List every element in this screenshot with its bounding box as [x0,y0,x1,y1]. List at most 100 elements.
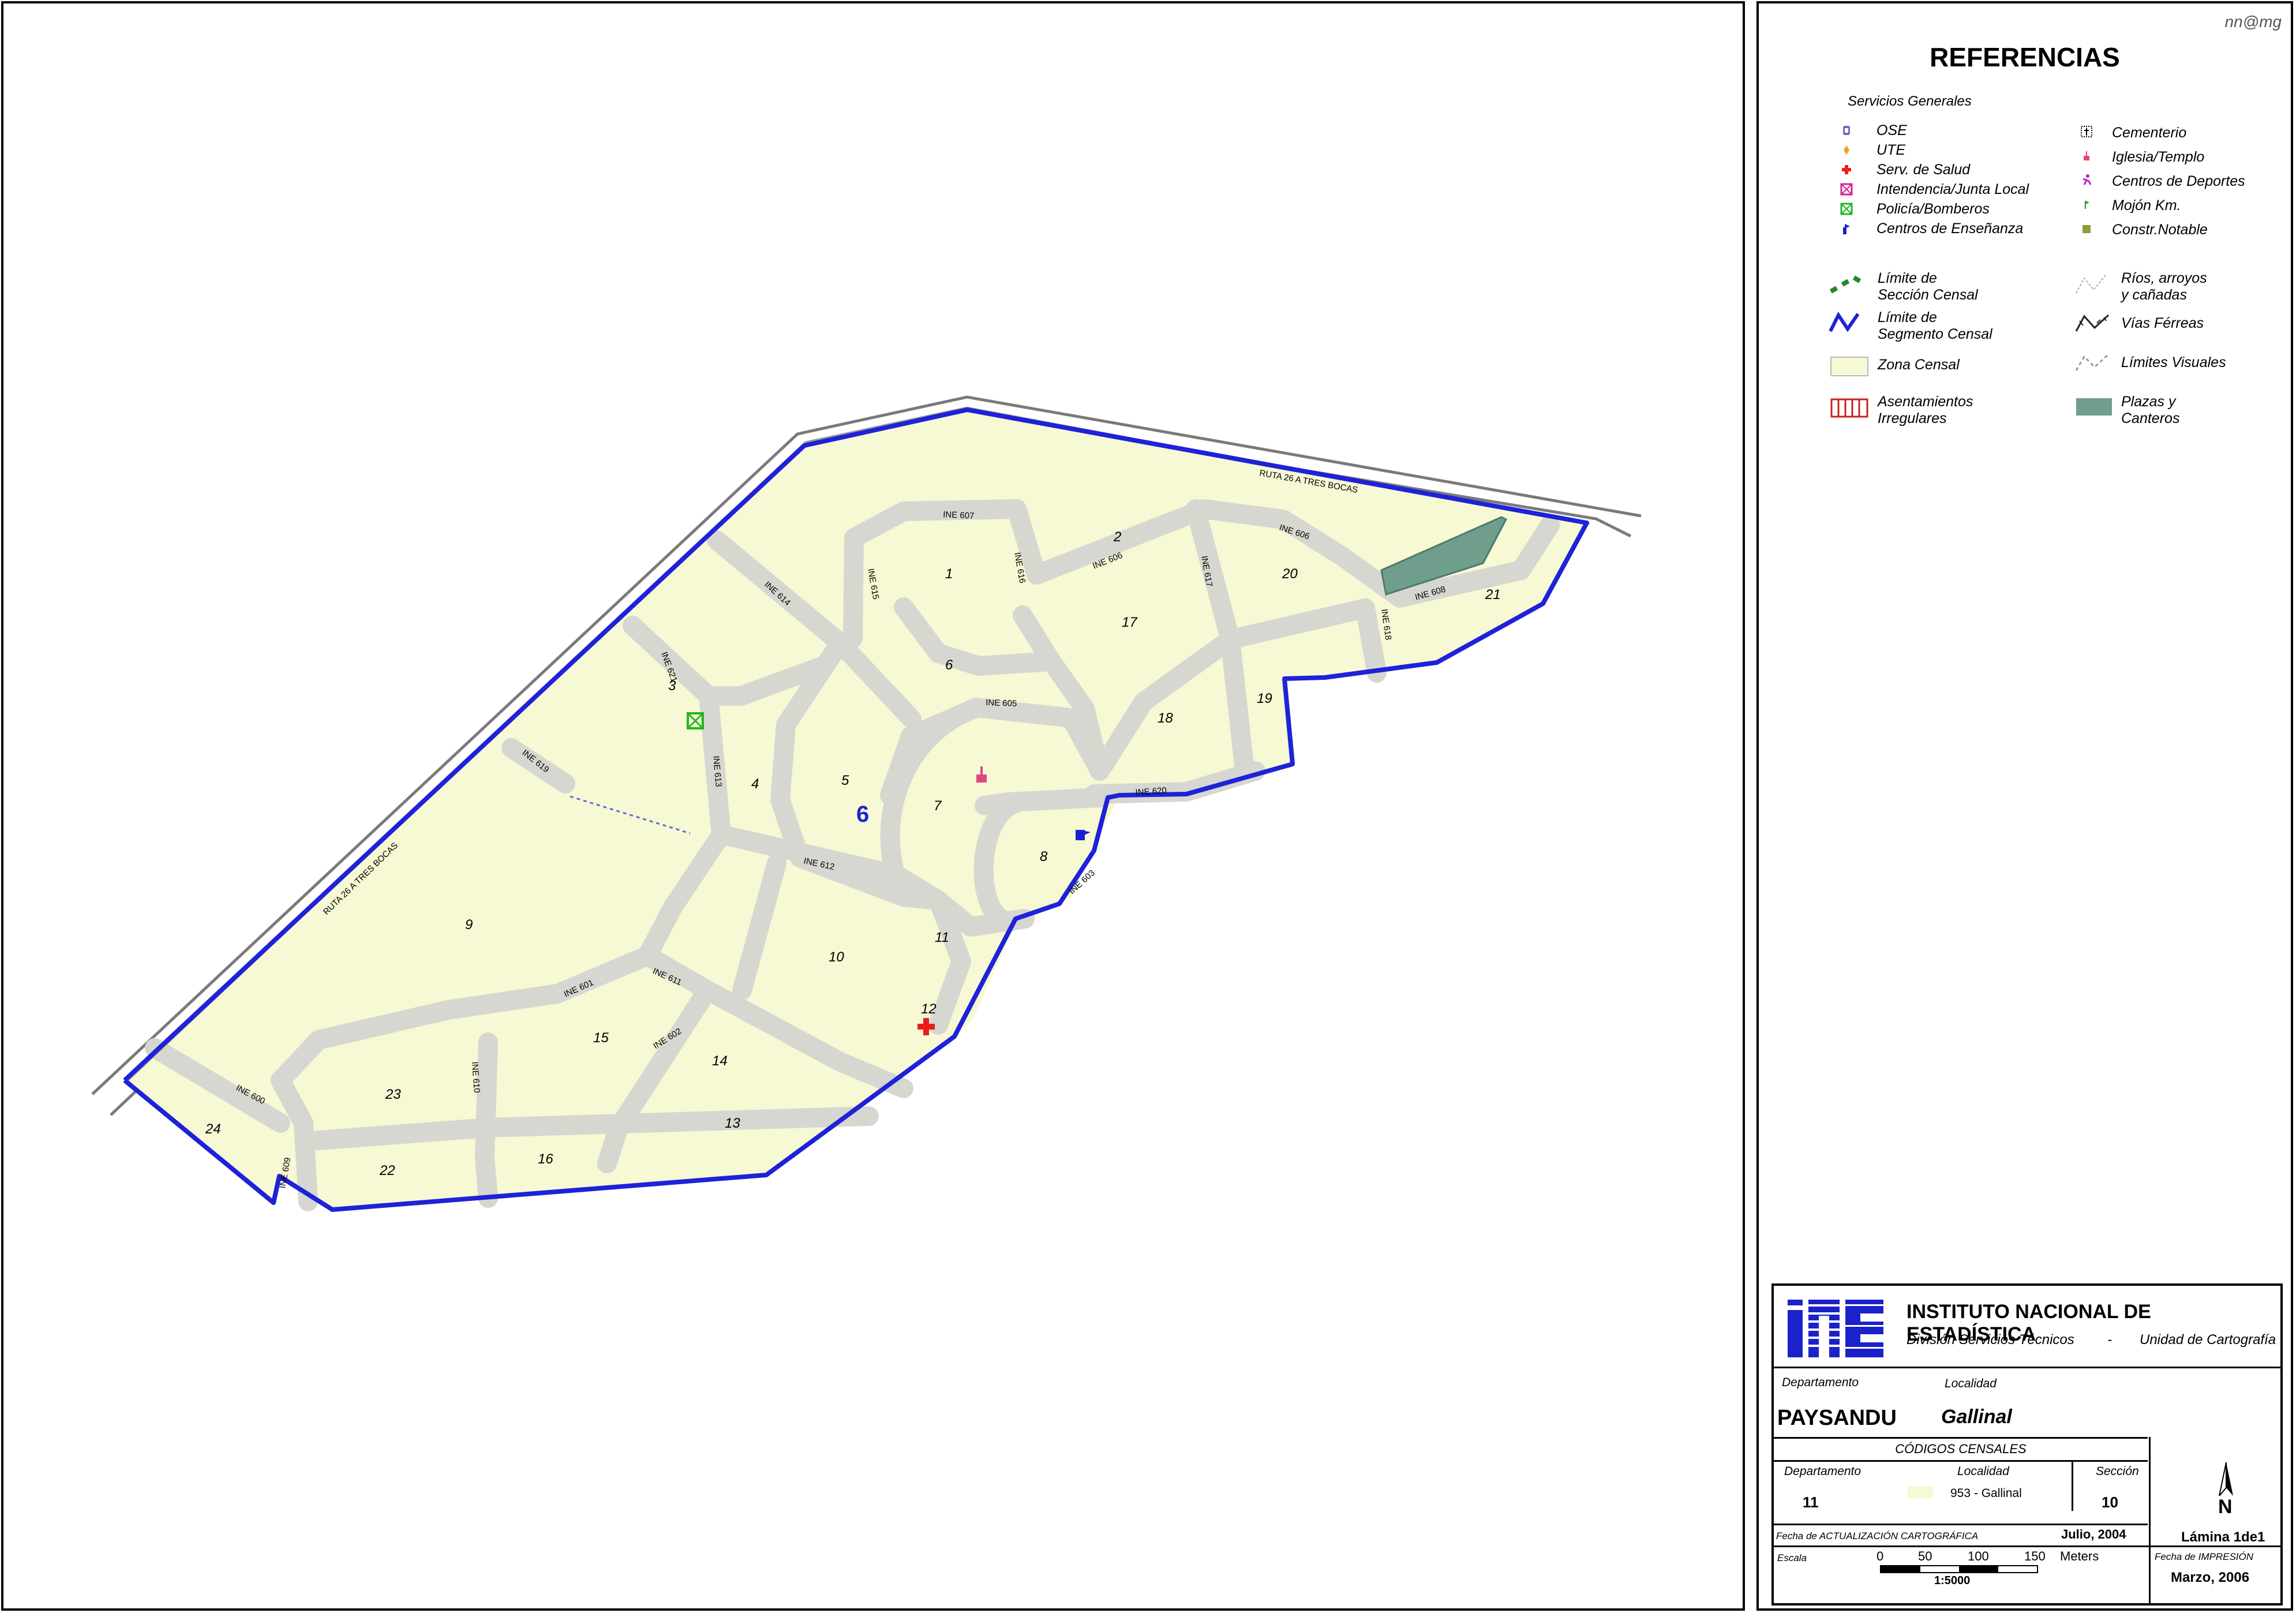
river-icon [2076,274,2107,294]
divider [1774,1460,2148,1462]
map-frame: 1 2 3 4 5 6 7 8 9 10 11 12 13 14 15 16 1… [1,1,1745,1611]
scale-unit: Meters [2060,1549,2099,1563]
milestone-icon [2085,201,2089,209]
legend-label: Intendencia/Junta Local [1876,181,2029,197]
logo-text: INE [1785,1296,1786,1297]
north-label: N [2218,1496,2233,1518]
zone-label: 17 [1122,615,1138,630]
zone-label: 18 [1158,710,1173,726]
dept-label: Departamento [1782,1376,1859,1389]
zone-label: 5 [841,773,849,788]
legend-label: Iglesia/Templo [2112,149,2205,165]
loc-name: Gallinal [1941,1406,2012,1428]
irregular-settlement-icon [1830,398,1868,418]
title-block: INE INSTITUTO NACIONAL DE ESTADÍSTICA Di… [1771,1283,2283,1605]
divider [2149,1545,2151,1603]
print-label: Fecha de IMPRESIÓN [2155,1551,2254,1562]
zone-label: 12 [921,1001,937,1017]
church-icon [2084,151,2089,160]
plaza-icon [2076,398,2112,416]
legend-label: OSE [1876,122,1907,139]
divider [1774,1524,2148,1525]
division-name: División Servicios Técnicos [1907,1332,2074,1348]
legend-label: Mojón Km. [2112,197,2181,214]
zone-label: 19 [1257,691,1272,706]
divider [1774,1437,2148,1439]
code-sec-label: Sección [2096,1465,2139,1478]
legend-label: Ríos, arroyos y cañadas [2121,270,2207,303]
legend-label: Límites Visuales [2121,354,2226,370]
ine-logo: INE [1785,1296,1887,1365]
ute-icon [1844,145,1849,155]
sports-icon [2082,174,2092,185]
legend-label: Policía/Bomberos [1876,201,1990,217]
scale-bar [1880,1565,2038,1573]
author-tag: nn@mg [2224,13,2282,31]
code-dept: 11 [1803,1494,1819,1511]
legend-label: Límite de Sección Censal [1878,270,1978,303]
zone-label: 23 [385,1087,401,1102]
code-dept-label: Departamento [1784,1465,1861,1478]
loc-label: Localidad [1945,1377,1997,1390]
title-separator: - [2107,1332,2112,1348]
divider [1774,1545,2280,1547]
code-sec: 10 [2102,1494,2118,1511]
zone-label: 13 [725,1116,740,1131]
scale-tick: 50 [1918,1549,1932,1563]
ine-logo-icon [1788,1300,1883,1357]
scale-tick: 100 [1968,1549,1989,1563]
legend-label: Vías Férreas [2121,315,2204,331]
code-loc-label: Localidad [1957,1465,2009,1478]
scale-tick: 0 [1876,1549,1884,1563]
cemetery-icon [2081,126,2092,137]
legend-label: Centros de Enseñanza [1876,220,2024,237]
zone-label: 14 [712,1053,728,1069]
zone-label: 21 [1485,587,1501,602]
scale-ratio: 1:5000 [1934,1574,1971,1587]
zone-color-swatch [1908,1487,1933,1498]
legend-label: Centros de Deportes [2112,173,2245,189]
zone-label: 7 [934,798,942,814]
legend-panel: nn@mg REFERENCIAS Servicios Generales OS… [1756,1,2293,1611]
zone-label: 10 [829,949,844,965]
census-map[interactable]: 1 2 3 4 5 6 7 8 9 10 11 12 13 14 15 16 1… [3,3,1743,1608]
ose-icon [1843,126,1850,135]
police-icon [1840,203,1853,215]
zone-label: 4 [751,776,759,792]
zone-label: 24 [205,1121,221,1137]
census-segment-limit-icon [1829,312,1860,332]
zone-label: 20 [1282,566,1298,582]
notable-building-icon [2082,225,2091,233]
legend-label: Cementerio [2112,125,2187,141]
sheet-label: Lámina 1de1 [2181,1529,2265,1545]
dept-name: PAYSANDU [1777,1406,1897,1430]
zone-label: 9 [465,917,473,933]
scale-label: Escala [1777,1552,1807,1563]
scale-tick: 150 [2024,1549,2046,1563]
legend-label: Asentamientos Irregulares [1878,394,1973,426]
zone-label: 6 [945,657,953,673]
railway-icon [2075,314,2110,332]
zone-label: 1 [945,566,953,582]
visual-limit-icon [2075,353,2110,371]
codes-title: CÓDIGOS CENSALES [1895,1442,2027,1456]
segment-number-label: 6 [856,802,869,827]
zone-label: 11 [935,930,949,945]
legend-title: REFERENCIAS [1930,42,2120,72]
legend-label: Plazas y Canteros [2121,394,2180,426]
divider [1774,1367,2280,1368]
census-section-limit-icon [1829,275,1861,294]
census-zone-icon [1830,357,1868,376]
update-date: Julio, 2004 [2061,1527,2126,1541]
legend-group-title: Servicios Generales [1848,93,1972,109]
code-loc: 953 - Gallinal [1950,1487,2022,1500]
legend-label: Serv. de Salud [1876,162,1971,178]
street-label: INE 605 [986,698,1017,709]
zone-label: 15 [593,1030,609,1046]
legend-label: Zona Censal [1878,357,1960,373]
divider [2072,1460,2073,1511]
health-cross-icon [1842,165,1851,174]
zone-label: 22 [379,1163,395,1178]
unit-name: Unidad de Cartografía [2140,1332,2276,1348]
zone-label: 2 [1113,529,1121,545]
